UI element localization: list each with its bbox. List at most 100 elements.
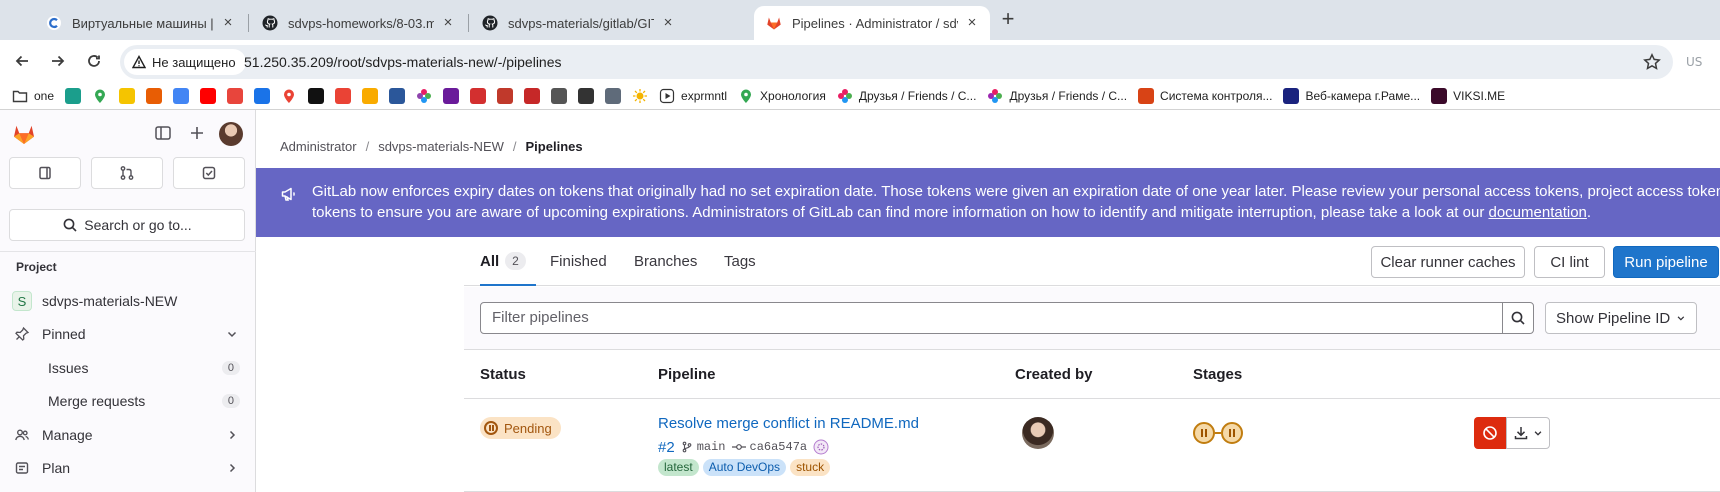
clear-runner-caches-button[interactable]: Clear runner caches xyxy=(1371,246,1525,278)
sidebar-toggle-icon[interactable] xyxy=(154,124,172,142)
issues-icon xyxy=(39,166,51,180)
back-button[interactable] xyxy=(10,49,34,73)
download-artifacts-dropdown[interactable] xyxy=(1506,417,1550,449)
bookmark-item[interactable] xyxy=(443,85,460,107)
tab-all[interactable]: All 2 xyxy=(480,238,536,286)
column-header-pipeline: Pipeline xyxy=(658,366,716,383)
bookmark-item[interactable]: exprmntl xyxy=(659,85,727,107)
bookmark-item[interactable] xyxy=(146,85,163,107)
browser-tab-bar: Виртуальные машины | Yandex × sdvps-home… xyxy=(0,0,1720,40)
bookmark-icon xyxy=(470,87,487,104)
bookmark-item[interactable] xyxy=(65,85,82,107)
bookmark-item[interactable]: Система контроля... xyxy=(1138,85,1272,107)
sun-icon xyxy=(632,88,648,104)
bookmark-item[interactable] xyxy=(227,85,244,107)
ci-lint-button[interactable]: CI lint xyxy=(1534,246,1605,278)
search-button[interactable]: Search or go to... xyxy=(9,209,245,241)
author-avatar-icon[interactable] xyxy=(813,439,829,455)
security-chip[interactable]: Не защищено xyxy=(124,49,246,75)
bookmark-item[interactable] xyxy=(173,85,190,107)
mail-icon xyxy=(389,87,406,104)
pipeline-id-link[interactable]: #2 xyxy=(658,439,675,456)
bookmark-item[interactable] xyxy=(605,85,622,107)
browser-tab[interactable]: Виртуальные машины | Yandex × xyxy=(34,6,246,40)
breadcrumb-item[interactable]: Administrator xyxy=(280,139,357,154)
filter-search-button[interactable] xyxy=(1502,302,1534,334)
youtube-icon xyxy=(200,87,217,104)
todos-shortcut-button[interactable] xyxy=(173,157,245,189)
filter-pipelines-input[interactable]: Filter pipelines xyxy=(480,302,1503,334)
browser-tab[interactable]: sdvps-homeworks/8-03.md at m × xyxy=(250,6,466,40)
creator-avatar[interactable] xyxy=(1022,417,1054,449)
address-bar[interactable]: Не защищено 51.250.35.209/root/sdvps-mat… xyxy=(120,45,1673,79)
close-tab-icon[interactable]: × xyxy=(964,15,980,31)
bookmark-item[interactable]: Друзья / Friends / C... xyxy=(837,85,976,107)
bookmark-item[interactable] xyxy=(281,85,297,107)
url-text[interactable]: 51.250.35.209/root/sdvps-materials-new/-… xyxy=(244,45,562,79)
sidebar-item-issues[interactable]: Issues 0 xyxy=(8,352,248,384)
bookmark-item[interactable] xyxy=(389,85,406,107)
bookmark-item[interactable] xyxy=(254,85,271,107)
bookmark-star-icon[interactable] xyxy=(1643,53,1661,71)
issues-shortcut-button[interactable] xyxy=(9,157,81,189)
bookmark-item[interactable] xyxy=(524,85,541,107)
bookmark-item[interactable] xyxy=(200,85,217,107)
users-icon xyxy=(14,427,30,443)
tab-branches[interactable]: Branches xyxy=(634,238,697,286)
tag-auto-devops[interactable]: Auto DevOps xyxy=(702,459,787,476)
close-tab-icon[interactable]: × xyxy=(440,15,456,31)
breadcrumb-item[interactable]: sdvps-materials-NEW xyxy=(378,139,504,154)
new-tab-button[interactable]: + xyxy=(996,8,1020,32)
plus-icon[interactable] xyxy=(188,124,206,142)
bookmark-item[interactable]: Веб-камера г.Раме... xyxy=(1283,85,1420,107)
browser-tab-active[interactable]: Pipelines · Administrator / sdvp × xyxy=(754,6,990,40)
reload-button[interactable] xyxy=(82,49,106,73)
sidebar-item-project[interactable]: S sdvps-materials-NEW xyxy=(8,285,248,317)
sidebar-item-plan[interactable]: Plan xyxy=(8,452,248,484)
pipeline-title-link[interactable]: Resolve merge conflict in README.md xyxy=(658,415,919,432)
bookmark-item[interactable] xyxy=(362,85,379,107)
bookmark-item[interactable] xyxy=(92,85,108,107)
close-tab-icon[interactable]: × xyxy=(220,15,236,31)
bookmark-item[interactable] xyxy=(119,85,136,107)
bookmark-item[interactable]: VIKSI.ME xyxy=(1431,85,1505,107)
browser-tab[interactable]: sdvps-materials/gitlab/GITLAB.n × xyxy=(470,6,686,40)
status-badge[interactable]: Pending xyxy=(480,417,561,439)
bookmark-item[interactable] xyxy=(308,85,325,107)
bookmark-item[interactable]: Хронология xyxy=(738,85,826,107)
gitlab-logo-icon[interactable] xyxy=(12,122,36,146)
run-pipeline-button[interactable]: Run pipeline xyxy=(1613,246,1719,278)
bookmark-item[interactable] xyxy=(416,85,432,107)
stage-pending-icon[interactable] xyxy=(1193,422,1215,444)
branch-ref[interactable]: main xyxy=(681,440,726,454)
bookmark-item[interactable] xyxy=(632,85,648,107)
forward-button[interactable] xyxy=(46,49,70,73)
cancel-icon xyxy=(1483,426,1497,440)
commit-sha[interactable]: ca6a547a xyxy=(731,440,807,454)
extension-icon[interactable]: US xyxy=(1684,49,1708,73)
cancel-pipeline-button[interactable] xyxy=(1474,417,1506,449)
tab-finished[interactable]: Finished xyxy=(550,238,607,286)
documentation-link[interactable]: documentation xyxy=(1488,204,1586,221)
bookmark-item[interactable]: Друзья / Friends / C... xyxy=(987,85,1127,107)
bookmark-item[interactable] xyxy=(470,85,487,107)
pipeline-tags: latest Auto DevOps stuck xyxy=(658,459,834,476)
sidebar-item-merge-requests[interactable]: Merge requests 0 xyxy=(8,385,248,417)
bookmark-item[interactable]: one xyxy=(12,85,54,107)
show-pipeline-id-dropdown[interactable]: Show Pipeline ID xyxy=(1545,302,1697,334)
bookmark-item[interactable] xyxy=(335,85,352,107)
breadcrumb-current[interactable]: Pipelines xyxy=(526,139,583,154)
bookmark-item[interactable] xyxy=(551,85,568,107)
bookmark-item[interactable] xyxy=(578,85,595,107)
close-tab-icon[interactable]: × xyxy=(660,15,676,31)
sidebar-item-manage[interactable]: Manage xyxy=(8,419,248,451)
bookmark-label: exprmntl xyxy=(681,88,728,103)
maps-pin-icon xyxy=(281,88,297,104)
sidebar-item-pinned[interactable]: Pinned xyxy=(8,318,248,350)
bookmark-item[interactable] xyxy=(497,85,514,107)
stage-pending-icon[interactable] xyxy=(1221,422,1243,444)
tab-tags[interactable]: Tags xyxy=(724,238,756,286)
user-avatar[interactable] xyxy=(219,122,243,146)
merge-requests-shortcut-button[interactable] xyxy=(91,157,163,189)
chevron-down-icon xyxy=(1677,316,1685,321)
